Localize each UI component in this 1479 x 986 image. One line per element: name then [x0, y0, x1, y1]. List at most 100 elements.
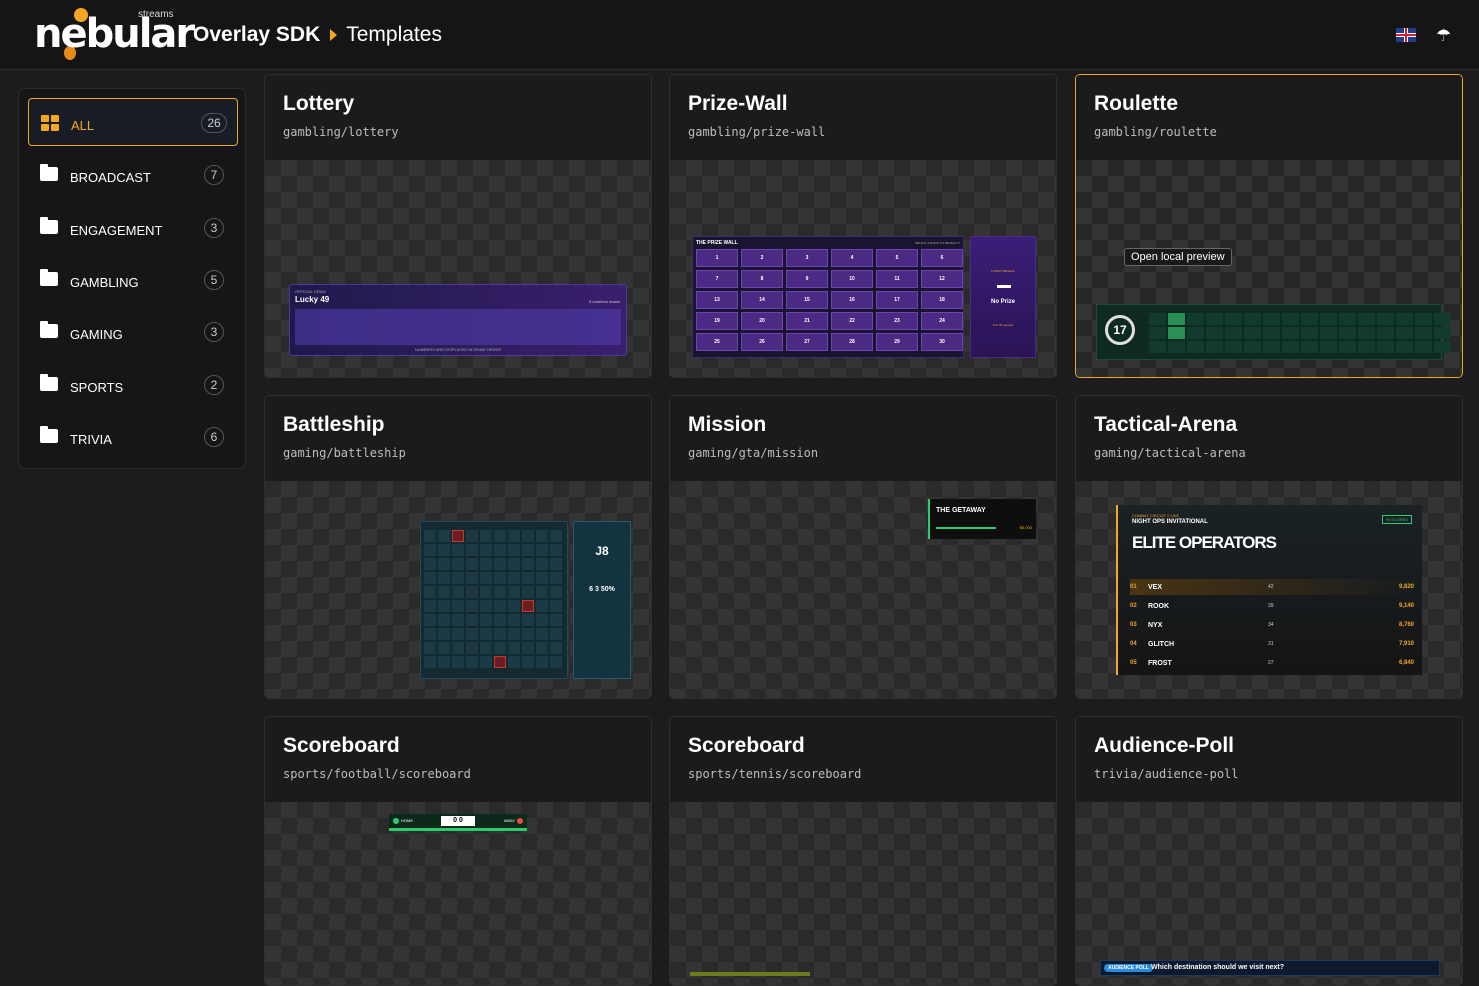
- grid-cell: [522, 530, 534, 542]
- card-preview[interactable]: J8 6 3 50%: [265, 481, 651, 698]
- roulette-preview: 17: [1096, 304, 1451, 360]
- grid-cell: [424, 628, 436, 640]
- history-cell: [1358, 327, 1375, 339]
- door-cell: 7: [696, 270, 738, 288]
- nebular-logo[interactable]: nebular streams: [34, 6, 195, 64]
- grid-cell: [480, 614, 492, 626]
- history-cell: [1282, 327, 1299, 339]
- grid-cell: [466, 544, 478, 556]
- sidebar-item-trivia[interactable]: TRIVIA 6: [28, 413, 238, 461]
- grid-cell: [438, 600, 450, 612]
- grid-cell: [550, 558, 562, 570]
- reveal-note: 0 of 30 opened: [992, 323, 1014, 327]
- history-cell: [1396, 327, 1413, 339]
- card-title: Roulette: [1094, 92, 1178, 115]
- grid-cell: [438, 572, 450, 584]
- card-preview[interactable]: THE GETAWAY $5,000: [670, 481, 1056, 698]
- history-cell: [1339, 327, 1356, 339]
- grid-cell: [438, 642, 450, 654]
- battleship-grid-preview: [420, 521, 568, 679]
- grid-cell: [508, 642, 520, 654]
- card-preview[interactable]: COMBAT CIRCUIT // LIVE NIGHT OPS INVITAT…: [1076, 481, 1462, 698]
- grid-cell: [522, 544, 534, 556]
- grid-cell: [424, 530, 436, 542]
- card-title: Scoreboard: [283, 734, 400, 757]
- template-card-mission[interactable]: Mission gaming/gta/mission THE GETAWAY $…: [669, 395, 1057, 699]
- grid-cell: [466, 614, 478, 626]
- door-cell: 29: [876, 333, 918, 351]
- preview-tag: HI-SCORES: [1381, 515, 1412, 524]
- card-preview[interactable]: HOME 0 0 AWAY: [265, 802, 651, 985]
- sidebar-item-engagement[interactable]: ENGAGEMENT 3: [28, 204, 238, 252]
- template-card-battleship[interactable]: Battleship gaming/battleship J8 6 3 50%: [264, 395, 652, 699]
- door-cell: 6: [921, 249, 963, 267]
- template-card-tactical-arena[interactable]: Tactical-Arena gaming/tactical-arena COM…: [1075, 395, 1463, 699]
- breadcrumb-current: Templates: [346, 23, 442, 46]
- folder-icon: [40, 374, 58, 391]
- home-crest-icon: [393, 818, 399, 824]
- template-card-football-scoreboard[interactable]: Scoreboard sports/football/scoreboard HO…: [264, 716, 652, 986]
- history-cell: [1225, 313, 1242, 325]
- divider: [997, 285, 1011, 288]
- card-path: gaming/battleship: [283, 446, 406, 460]
- sidebar-item-sports[interactable]: SPORTS 2: [28, 361, 238, 409]
- preview-kicker: LATEST REVEAL: [991, 269, 1015, 273]
- card-path: sports/tennis/scoreboard: [688, 767, 862, 781]
- card-preview[interactable]: THE PRIZE WALL SELECT A DOOR TO REVEAL I…: [670, 160, 1056, 377]
- uk-flag-icon[interactable]: [1396, 28, 1416, 42]
- folder-icon: [40, 426, 58, 443]
- card-preview[interactable]: 17: [1076, 160, 1462, 377]
- count-badge: 5: [204, 270, 224, 290]
- template-card-lottery[interactable]: Lottery gambling/lottery OFFICIAL DRAW L…: [264, 74, 652, 378]
- door-cell: 26: [741, 333, 783, 351]
- door-cell: 17: [876, 291, 918, 309]
- grid-cell: [522, 586, 534, 598]
- door-cell: 23: [876, 312, 918, 330]
- tactical-grid: [424, 530, 562, 668]
- grid-cell: [424, 544, 436, 556]
- preview-title: THE PRIZE WALL: [696, 240, 738, 246]
- count-badge: 7: [204, 165, 224, 185]
- template-card-audience-poll[interactable]: Audience-Poll trivia/audience-poll AUDIE…: [1075, 716, 1463, 986]
- grid-cell: [536, 572, 548, 584]
- history-cell: [1206, 313, 1223, 325]
- card-preview[interactable]: OFFICIAL DRAW Lucky 49 6 numbers drawn N…: [265, 160, 651, 377]
- breadcrumb-root[interactable]: Overlay SDK: [193, 22, 320, 48]
- card-header: Lottery gambling/lottery: [265, 75, 651, 160]
- preview-title: Lucky 49: [295, 295, 330, 304]
- tactical-arena-preview: COMBAT CIRCUIT // LIVE NIGHT OPS INVITAT…: [1116, 505, 1422, 675]
- sidebar-item-all[interactable]: ALL 26: [28, 98, 238, 146]
- history-cell: [1168, 327, 1185, 339]
- grid-cell: [522, 656, 534, 668]
- preview-kicker: COMBAT CIRCUIT // LIVE: [1132, 513, 1180, 518]
- grid-cell: [508, 656, 520, 668]
- sidebar-item-gaming[interactable]: GAMING 3: [28, 308, 238, 356]
- card-preview[interactable]: [670, 802, 1056, 985]
- card-preview[interactable]: AUDIENCE POLL Which destination should w…: [1076, 802, 1462, 985]
- card-header: Audience-Poll trivia/audience-poll: [1076, 717, 1462, 802]
- shot-stats: 6 3 50%: [589, 586, 615, 593]
- mission-reward: $5,000: [1019, 525, 1032, 530]
- card-header: Battleship gaming/battleship: [265, 396, 651, 481]
- template-card-tennis-scoreboard[interactable]: Scoreboard sports/tennis/scoreboard: [669, 716, 1057, 986]
- template-card-roulette[interactable]: Roulette gambling/roulette 17 Open local…: [1075, 74, 1463, 378]
- grid-cell: [438, 614, 450, 626]
- grid-cell: [494, 544, 506, 556]
- leaderboard-row: 05 FROST 27 6,840: [1130, 659, 1414, 667]
- grid-cell: [452, 600, 464, 612]
- sidebar-item-gambling[interactable]: GAMBLING 5: [28, 256, 238, 304]
- grid-cell: [424, 656, 436, 668]
- grid-cell: [424, 586, 436, 598]
- grid-cell: [536, 558, 548, 570]
- grid-cell: [452, 656, 464, 668]
- grid-cell: [494, 558, 506, 570]
- sidebar-item-broadcast[interactable]: BROADCAST 7: [28, 151, 238, 199]
- grid-cell: [536, 586, 548, 598]
- template-card-prize-wall[interactable]: Prize-Wall gambling/prize-wall THE PRIZE…: [669, 74, 1057, 378]
- grid-cell: [550, 586, 562, 598]
- history-cell: [1187, 313, 1204, 325]
- umbrella-icon[interactable]: ☂: [1436, 26, 1451, 46]
- count-badge: 6: [204, 427, 224, 447]
- grid-cell: [494, 628, 506, 640]
- history-cell: [1187, 341, 1204, 353]
